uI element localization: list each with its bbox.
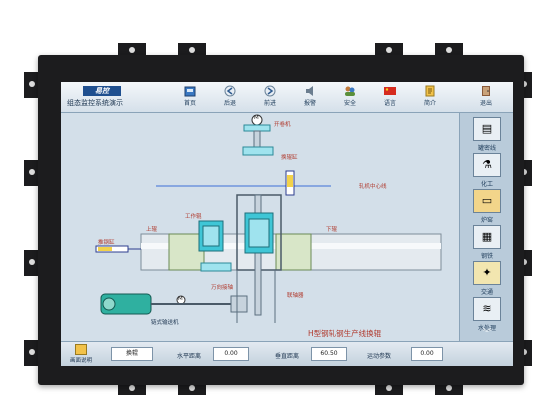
roll-changer-label: 开卷机 [274, 122, 291, 128]
work-roll-label: 工作辊 [185, 214, 202, 220]
toolbar-exit-label: 退出 [479, 100, 492, 107]
sidebar-item-kiln[interactable]: ▭ 炉窑 [469, 189, 505, 224]
sidebar-item-label: 化工 [480, 181, 493, 188]
sidebar-item-water[interactable]: ≋ 水处理 [469, 297, 505, 332]
steel-thumb-icon: ▦ [473, 225, 501, 249]
toolbar-alarm-button[interactable]: 报警 [293, 84, 327, 110]
right-sidebar: ▤ 罐密线 ⚗ 化工 ▭ 炉窑 ▦ 钢铁 ✦ 交通 ≋ 水处理 ︾ [459, 113, 513, 341]
drive-shaft-label: 万向接轴 [211, 285, 234, 291]
brand: 易控 组态监控系统演示 [65, 85, 173, 109]
top-shaft [253, 130, 261, 148]
toolbar-language-label: 语言 [383, 100, 396, 107]
water-thumb-icon: ≋ [473, 297, 501, 321]
sidebar-item-label: 罐密线 [477, 145, 496, 152]
toolbar-back-label: 后退 [223, 100, 236, 107]
process-diagram: M 开卷机 换辊缸 轧机中心线 推钢缸 上辊 工作辊 下辊 万向接轴 联轴器 M… [61, 113, 459, 341]
top-gearbox [243, 124, 271, 132]
top-toolbar: 易控 组态监控系统演示 首页 后退 前进 报警 安全 语言 简介 退出 [61, 82, 513, 113]
toolbar-info-label: 简介 [423, 100, 436, 107]
push-cylinder-piston [98, 247, 112, 251]
sidebar-item-steel[interactable]: ▦ 钢铁 [469, 225, 505, 260]
hydraulic-cylinder-piston [287, 175, 293, 187]
toolbar-home-label: 首页 [183, 100, 196, 107]
horizontal-distance-label: 水平距离 [177, 353, 202, 360]
motor-label-lower: M [178, 296, 183, 302]
screen-description-button[interactable]: 画面说明 [65, 344, 97, 365]
brand-logo: 易控 [83, 86, 121, 96]
lower-coupling [200, 262, 232, 272]
toolbar-exit-button[interactable]: 退出 [469, 84, 503, 110]
lower-roll-label: 下辊 [326, 227, 338, 233]
mode-field[interactable]: 换辊 [111, 347, 153, 361]
sidebar-scroll-down-icon[interactable]: ︾ [480, 329, 494, 339]
conveyor-gearbox [230, 295, 248, 313]
toolbar-security-label: 安全 [343, 100, 356, 107]
toolbar-security-button[interactable]: 安全 [333, 84, 367, 110]
traffic-thumb-icon: ✦ [473, 261, 501, 285]
top-coupling [242, 146, 274, 156]
motion-parameter-label: 运动参数 [367, 353, 392, 360]
sidebar-item-can-line[interactable]: ▤ 罐密线 [469, 117, 505, 152]
language-flag-icon [383, 85, 397, 97]
forward-icon [263, 85, 277, 97]
sidebar-item-traffic[interactable]: ✦ 交通 [469, 261, 505, 296]
home-icon [183, 85, 197, 97]
hmi-screen: 易控 组态监控系统演示 首页 后退 前进 报警 安全 语言 简介 退出 M 开卷… [61, 82, 513, 366]
vertical-distance-field[interactable]: 60.50 [311, 347, 347, 361]
alarm-icon [303, 85, 317, 97]
sidebar-item-label: 钢铁 [480, 253, 493, 260]
motor-label: M [254, 115, 259, 121]
app-subtitle: 组态监控系统演示 [67, 99, 123, 107]
toolbar-forward-label: 前进 [263, 100, 276, 107]
work-roll-inner [248, 218, 270, 248]
exit-icon [479, 85, 493, 97]
push-cylinder-label: 推钢缸 [98, 240, 115, 246]
toolbar-language-button[interactable]: 语言 [373, 84, 407, 110]
sidebar-item-chemical[interactable]: ⚗ 化工 [469, 153, 505, 188]
toolbar-home-button[interactable]: 首页 [173, 84, 207, 110]
status-bar: 画面说明 换辊 水平距离 0.00 垂直距离 60.50 运动参数 0.00 [61, 341, 513, 366]
upper-roll-label: 上辊 [146, 227, 158, 233]
info-icon [423, 85, 437, 97]
motion-parameter-field[interactable]: 0.00 [411, 347, 443, 361]
security-icon [343, 85, 357, 97]
left-roll-inner [202, 225, 220, 247]
horizontal-distance-field[interactable]: 0.00 [213, 347, 249, 361]
toolbar-back-button[interactable]: 后退 [213, 84, 247, 110]
screen-description-icon [75, 344, 87, 355]
center-line-label: 轧机中心线 [359, 184, 387, 190]
sidebar-item-label: 交通 [480, 289, 493, 296]
coupling-label: 联轴器 [287, 293, 304, 299]
chemical-thumb-icon: ⚗ [473, 153, 501, 177]
diagram-caption: H型钢轧钢生产线换辊 [308, 329, 382, 338]
conveyor-label: 链式输送机 [151, 320, 179, 326]
toolbar-forward-button[interactable]: 前进 [253, 84, 287, 110]
toolbar-alarm-label: 报警 [303, 100, 316, 107]
rolling-mill-diagram [95, 114, 442, 323]
kiln-thumb-icon: ▭ [473, 189, 501, 213]
vertical-distance-label: 垂直距离 [275, 353, 300, 360]
conveyor-motor-fan [102, 297, 116, 311]
hydraulic-cylinder-label: 换辊缸 [281, 155, 298, 161]
can-line-thumb-icon: ▤ [473, 117, 501, 141]
screen-description-label: 画面说明 [69, 358, 92, 364]
sidebar-item-label: 炉窑 [480, 217, 493, 224]
toolbar-info-button[interactable]: 简介 [413, 84, 447, 110]
back-icon [223, 85, 237, 97]
